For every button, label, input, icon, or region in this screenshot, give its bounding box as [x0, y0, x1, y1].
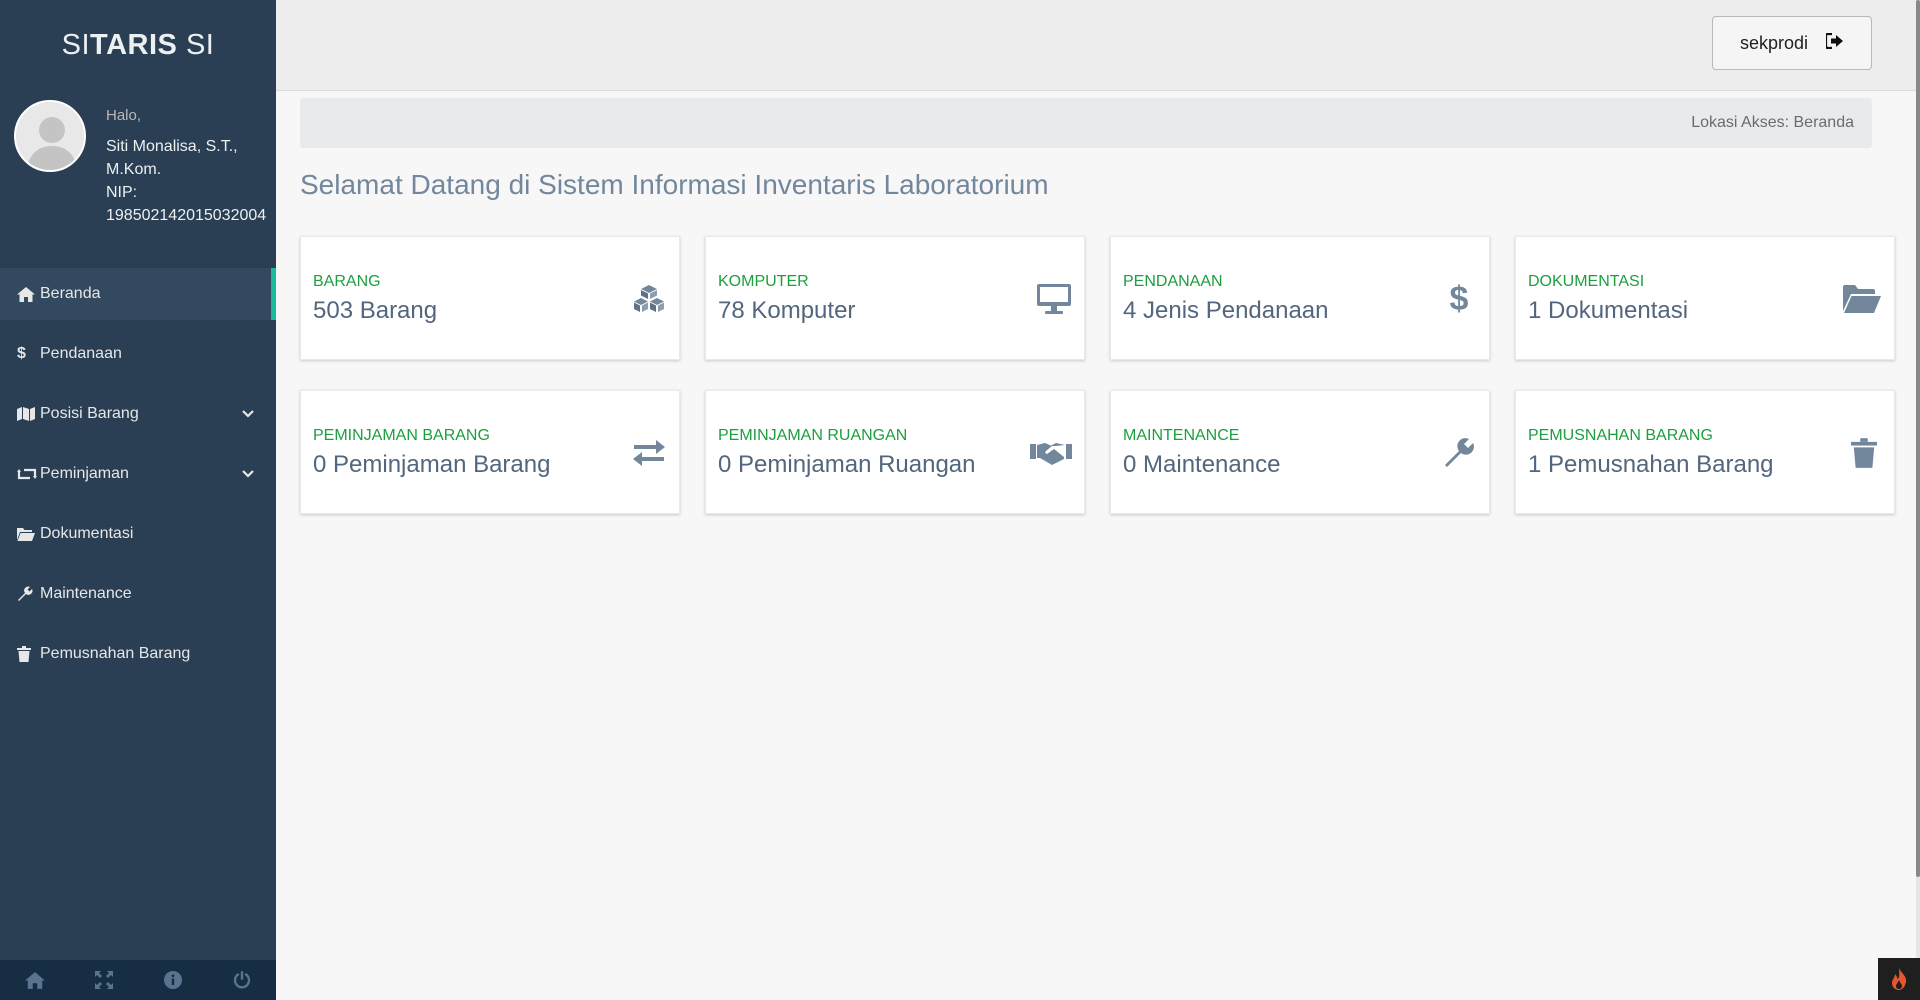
sidebar-item-posisi-barang[interactable]: Posisi Barang	[0, 388, 276, 440]
card-value: 78 Komputer	[718, 297, 856, 324]
breadcrumb: Lokasi Akses: Beranda	[300, 98, 1872, 148]
desktop-icon	[1036, 281, 1072, 317]
sidebar-item-label: Pendanaan	[40, 345, 122, 362]
card-value: 0 Peminjaman Barang	[313, 451, 551, 478]
sidebar-item-label: Pemusnahan Barang	[40, 645, 191, 662]
handshake-icon	[1030, 435, 1072, 471]
sidebar-item-pendanaan[interactable]: $ Pendanaan	[0, 328, 276, 380]
user-label: sekprodi	[1739, 32, 1809, 53]
sidebar-item-label: Dokumentasi	[40, 525, 134, 542]
sidebar-item-beranda[interactable]: Beranda	[0, 268, 276, 320]
sidebar: SI TARIS SI Halo, Siti Monalisa, S.T., M.…	[0, 0, 276, 1000]
sidebar-menu: Beranda $ Pendanaan Posisi Barang Peminj…	[0, 268, 276, 680]
nip-value: 198502142015032004	[106, 207, 267, 224]
retweet-icon	[17, 467, 37, 481]
user-logout-button[interactable]: sekprodi	[1712, 16, 1872, 70]
brand-suffix: SI	[177, 28, 215, 61]
user-profile: Halo, Siti Monalisa, S.T., M.Kom. NIP: 1…	[0, 90, 276, 268]
sidebar-footer	[0, 960, 276, 1000]
brand-prefix: SI	[61, 28, 91, 61]
card-value: 503 Barang	[313, 297, 438, 324]
chevron-down-icon[interactable]	[242, 465, 254, 483]
app-brand[interactable]: SI TARIS SI	[0, 0, 276, 90]
trash-icon	[1846, 435, 1882, 471]
sidebar-item-pemusnahan-barang[interactable]: Pemusnahan Barang	[0, 628, 276, 680]
cubes-icon	[631, 281, 667, 317]
brand-bold: TARIS	[90, 28, 178, 61]
card-category: DOKUMENTASI	[1528, 273, 1645, 290]
stat-cards: BARANG 503 Barang KOMPUTER 78 Komputer P…	[300, 236, 1895, 514]
map-icon	[17, 407, 37, 421]
card-value: 0 Maintenance	[1123, 451, 1281, 478]
card-category: PENDANAAN	[1123, 273, 1223, 290]
user-name: Siti Monalisa, S.T., M.Kom.	[106, 138, 238, 178]
stat-card-komputer[interactable]: KOMPUTER 78 Komputer	[705, 236, 1085, 360]
sidebar-item-maintenance[interactable]: Maintenance	[0, 568, 276, 620]
power-icon[interactable]	[207, 960, 276, 1000]
card-value: 4 Jenis Pendanaan	[1123, 297, 1329, 324]
page-scrollbar[interactable]	[1916, 0, 1920, 1000]
main-content: Lokasi Akses: Beranda Selamat Datang di …	[276, 92, 1916, 1000]
stat-card-pemusnahan-barang[interactable]: PEMUSNAHAN BARANG 1 Pemusnahan Barang	[1515, 390, 1895, 514]
flame-icon[interactable]	[1878, 958, 1920, 1000]
card-category: PEMINJAMAN RUANGAN	[718, 427, 908, 444]
dollar-icon: $	[1449, 279, 1469, 318]
trash-icon	[17, 646, 37, 662]
sign-out-icon	[1824, 32, 1844, 54]
stat-card-barang[interactable]: BARANG 503 Barang	[300, 236, 680, 360]
dollar-icon: $	[17, 345, 26, 362]
stat-card-peminjaman-ruangan[interactable]: PEMINJAMAN RUANGAN 0 Peminjaman Ruangan	[705, 390, 1085, 514]
breadcrumb-text: Lokasi Akses: Beranda	[1691, 114, 1854, 131]
top-nav: sekprodi	[276, 0, 1916, 91]
nip-label: NIP:	[106, 184, 138, 201]
sidebar-item-label: Maintenance	[40, 585, 132, 602]
exchange-icon	[631, 435, 667, 471]
chevron-down-icon[interactable]	[242, 405, 254, 423]
card-category: BARANG	[313, 273, 381, 290]
sidebar-item-peminjaman[interactable]: Peminjaman	[0, 448, 276, 500]
sidebar-item-dokumentasi[interactable]: Dokumentasi	[0, 508, 276, 560]
card-value: 1 Dokumentasi	[1528, 297, 1689, 324]
info-icon[interactable]	[138, 960, 207, 1000]
wrench-icon	[17, 586, 37, 602]
card-category: KOMPUTER	[718, 273, 809, 290]
fullscreen-icon[interactable]	[69, 960, 138, 1000]
scrollbar-thumb[interactable]	[1916, 0, 1920, 877]
folder-open-icon	[17, 527, 37, 541]
card-value: 1 Pemusnahan Barang	[1528, 451, 1774, 478]
home-icon	[17, 286, 37, 302]
greeting: Halo,	[106, 107, 142, 124]
sidebar-item-label: Beranda	[40, 285, 101, 302]
page-title: Selamat Datang di Sistem Informasi Inven…	[300, 169, 1049, 200]
card-value: 0 Peminjaman Ruangan	[718, 451, 976, 478]
card-category: MAINTENANCE	[1123, 427, 1240, 444]
home-icon[interactable]	[0, 960, 69, 1000]
avatar	[14, 100, 86, 172]
card-category: PEMUSNAHAN BARANG	[1528, 427, 1713, 444]
sidebar-item-label: Peminjaman	[40, 465, 129, 482]
folder-open-icon	[1842, 281, 1882, 317]
card-category: PEMINJAMAN BARANG	[313, 427, 490, 444]
stat-card-peminjaman-barang[interactable]: PEMINJAMAN BARANG 0 Peminjaman Barang	[300, 390, 680, 514]
stat-card-pendanaan[interactable]: PENDANAAN 4 Jenis Pendanaan $	[1110, 236, 1490, 360]
stat-card-maintenance[interactable]: MAINTENANCE 0 Maintenance	[1110, 390, 1490, 514]
stat-card-dokumentasi[interactable]: DOKUMENTASI 1 Dokumentasi	[1515, 236, 1895, 360]
sidebar-item-label: Posisi Barang	[40, 405, 139, 422]
wrench-icon	[1441, 435, 1477, 471]
